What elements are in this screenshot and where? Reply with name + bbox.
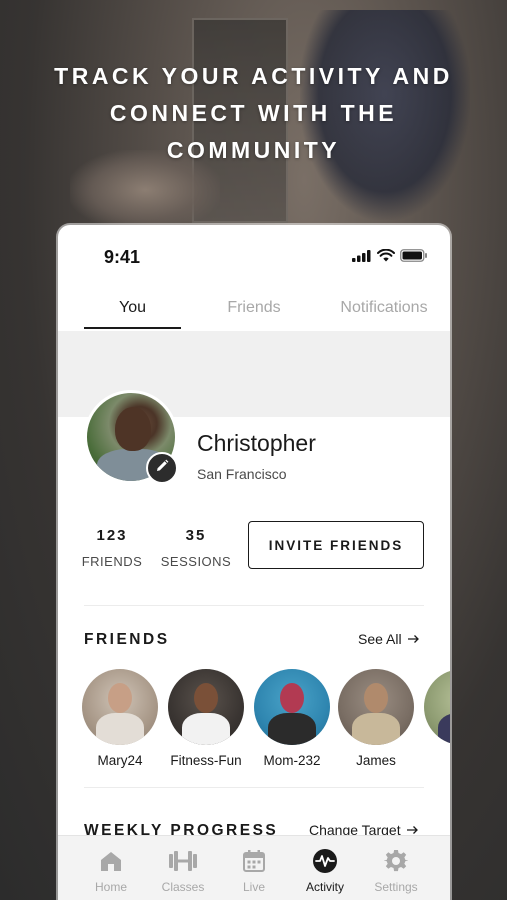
hero-headline-line: COMMUNITY <box>166 137 341 163</box>
hero-headline-line: CONNECT WITH THE <box>109 100 398 126</box>
nav-activity[interactable]: Activity <box>290 848 360 894</box>
friend-name: Mary24 <box>97 753 143 768</box>
tab-friends[interactable]: Friends <box>204 295 304 331</box>
friend-avatar <box>338 669 414 745</box>
dumbbell-icon <box>148 848 218 874</box>
active-tab-indicator <box>84 327 181 329</box>
hero-headline: TRACK YOUR ACTIVITY AND CONNECT WITH THE… <box>0 58 507 169</box>
hero-headline-line: TRACK YOUR ACTIVITY AND <box>54 63 453 89</box>
activity-pulse-icon <box>290 848 360 874</box>
profile-name: Christopher <box>197 430 316 456</box>
friend-item[interactable]: Mary24 <box>80 669 160 768</box>
nav-classes-label: Classes <box>161 880 205 894</box>
nav-home[interactable]: Home <box>76 848 146 894</box>
tab-notifications[interactable]: Notifications <box>324 295 444 331</box>
sessions-stat-label: SESSIONS <box>160 554 232 569</box>
section-divider <box>84 787 424 788</box>
nav-settings-label: Settings <box>374 880 418 894</box>
bottom-navigation: Home Classes Live Activity Settings <box>58 835 450 900</box>
friends-section-title: FRIENDS <box>84 631 170 648</box>
friends-stat-label: FRIENDS <box>81 554 143 569</box>
friend-avatar <box>168 669 244 745</box>
friend-avatar <box>424 669 450 745</box>
friend-name: Fitness-Fun <box>170 753 242 768</box>
nav-live-label: Live <box>242 880 265 894</box>
nav-home-label: Home <box>94 880 127 894</box>
signal-icon <box>352 249 372 267</box>
pencil-icon <box>155 459 169 478</box>
calendar-icon <box>219 848 289 874</box>
profile-avatar-container <box>84 390 178 484</box>
friend-avatar <box>82 669 158 745</box>
sessions-count: 35 <box>185 527 207 544</box>
phone-screen: 9:41 You Friends Notifications Christoph… <box>58 225 450 900</box>
friend-item[interactable]: Fitness-Fun <box>166 669 246 768</box>
tab-you[interactable]: You <box>84 295 181 331</box>
friend-name: I <box>422 753 450 768</box>
wifi-icon <box>377 248 395 267</box>
see-all-label: See All <box>358 631 402 647</box>
profile-tabs: You Friends Notifications <box>58 295 450 331</box>
friend-avatar <box>254 669 330 745</box>
edit-profile-button[interactable] <box>146 452 178 484</box>
invite-friends-button[interactable]: INVITE FRIENDS <box>248 521 424 569</box>
gear-icon <box>361 848 431 874</box>
nav-classes[interactable]: Classes <box>148 848 218 894</box>
section-divider <box>84 605 424 606</box>
see-all-friends-link[interactable]: See All <box>358 631 420 647</box>
friend-name: Mom-232 <box>263 753 321 768</box>
status-icons <box>352 248 428 267</box>
sessions-stat[interactable]: 35 SESSIONS <box>158 527 234 569</box>
nav-settings[interactable]: Settings <box>361 848 431 894</box>
friend-item[interactable]: Mom-232 <box>252 669 332 768</box>
nav-live[interactable]: Live <box>219 848 289 894</box>
friends-count: 123 <box>96 527 128 544</box>
profile-location: San Francisco <box>197 466 287 482</box>
friend-item[interactable]: James <box>336 669 416 768</box>
battery-icon <box>400 249 428 267</box>
status-time: 9:41 <box>104 247 141 267</box>
arrow-right-icon <box>407 631 420 647</box>
nav-activity-label: Activity <box>305 880 344 894</box>
friends-stat[interactable]: 123 FRIENDS <box>80 527 144 569</box>
friend-name: James <box>356 753 396 768</box>
friend-item[interactable]: I <box>422 669 450 768</box>
home-icon <box>76 848 146 874</box>
status-bar: 9:41 <box>58 225 450 291</box>
